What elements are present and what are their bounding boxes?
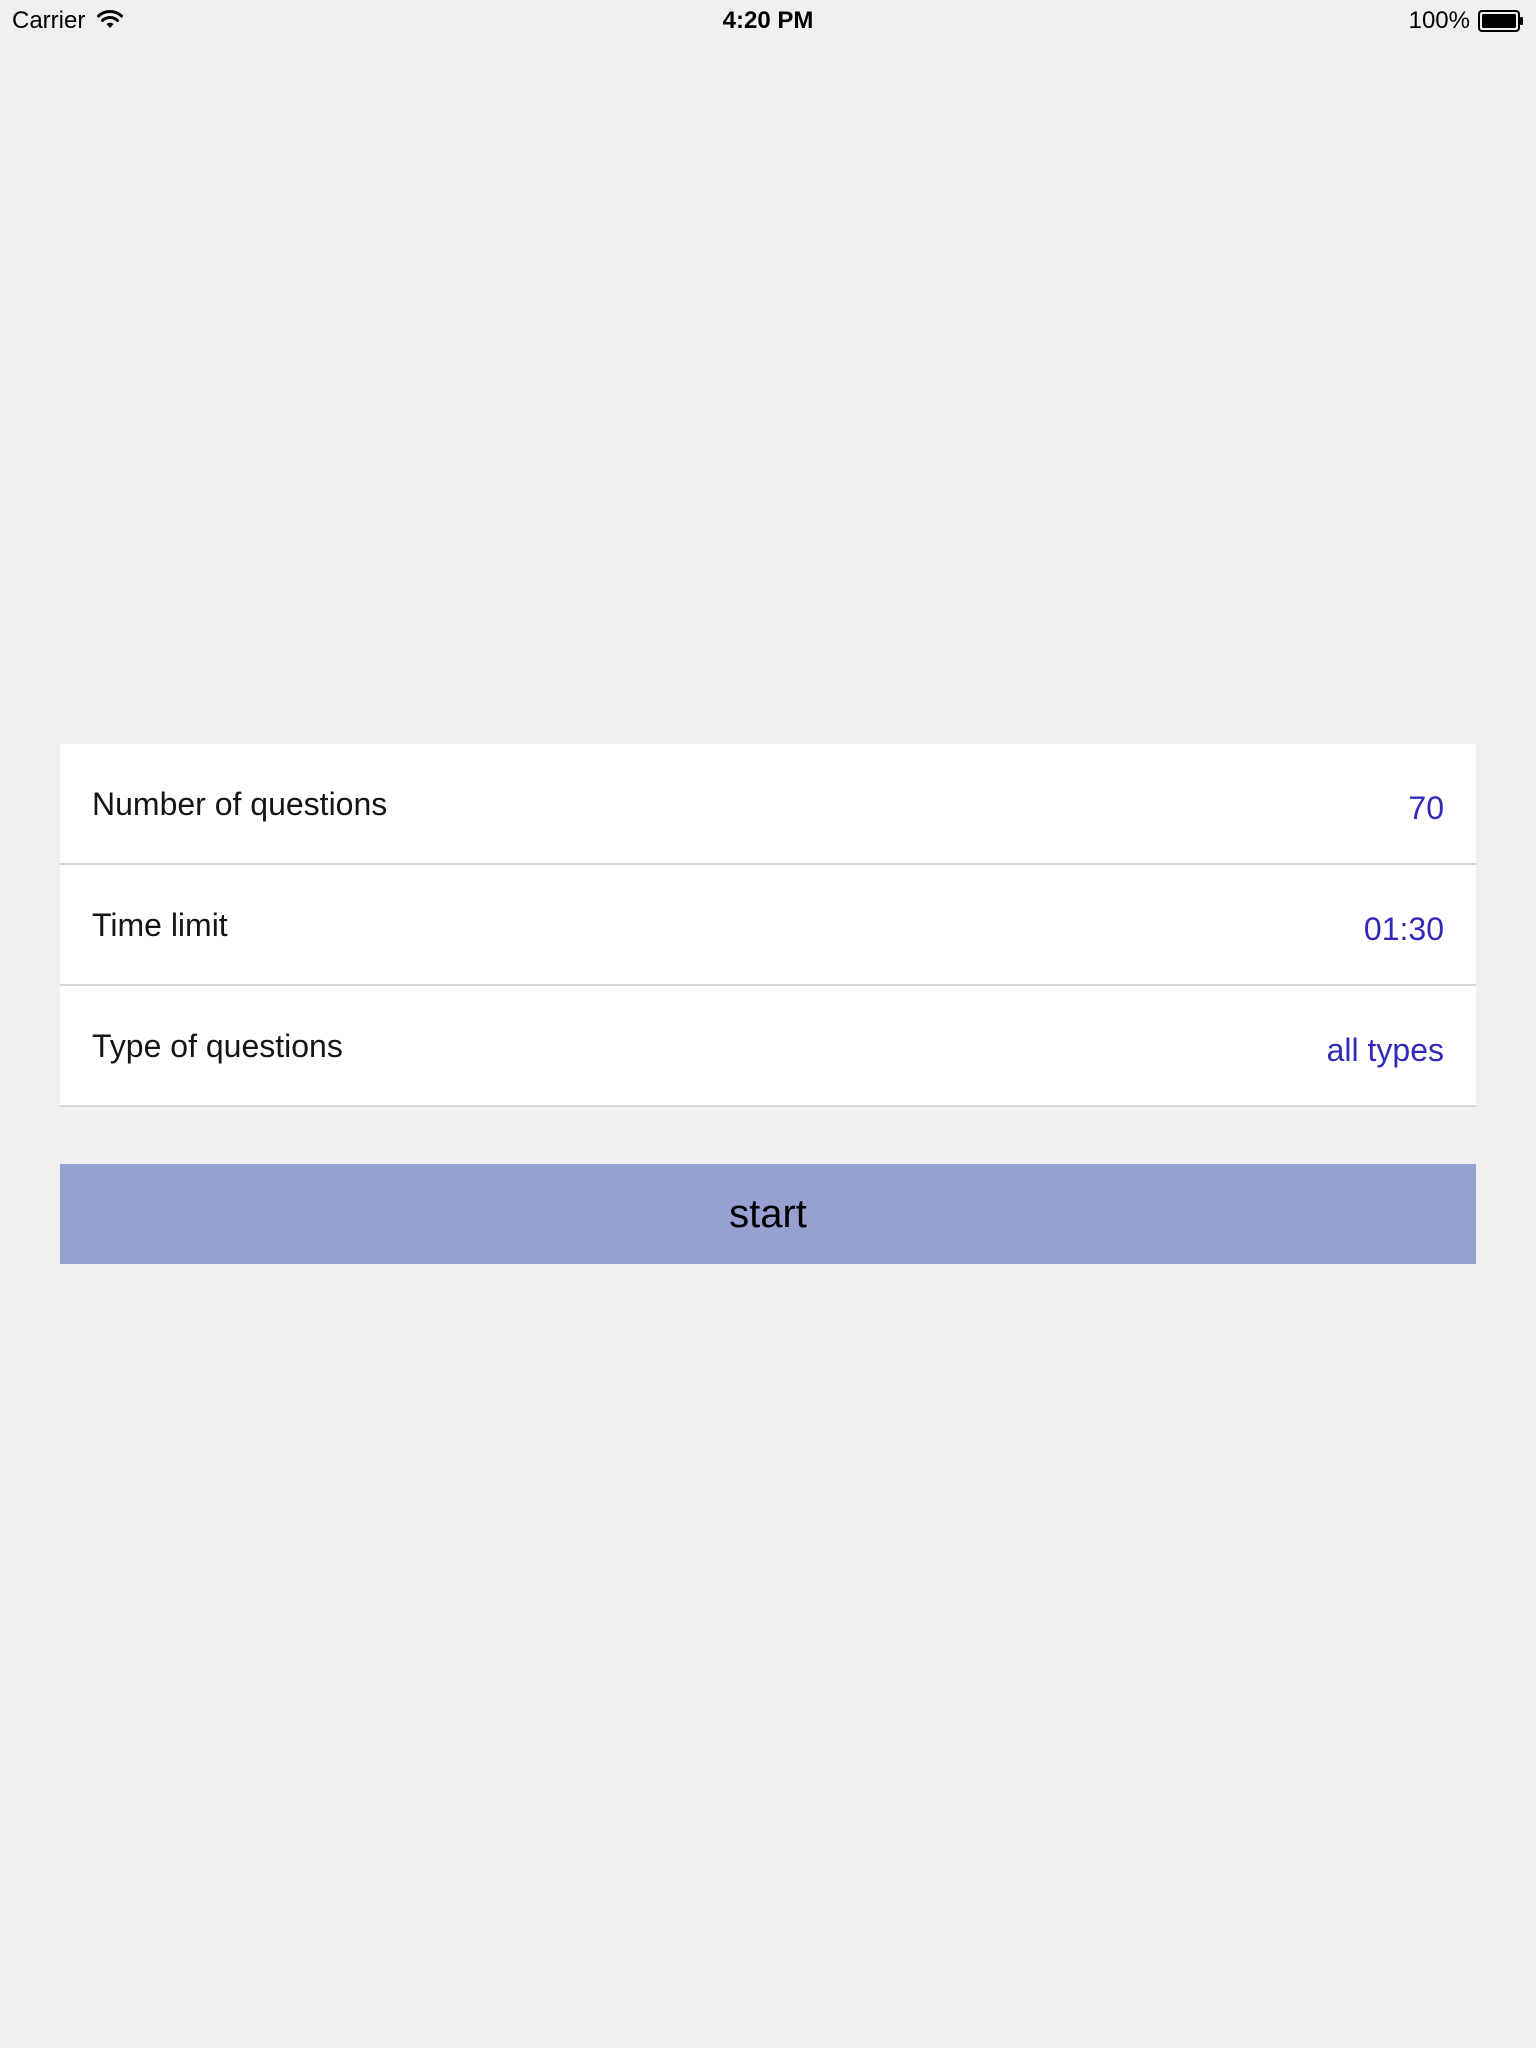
start-button[interactable]: start <box>60 1164 1476 1264</box>
setting-value[interactable]: all types <box>1327 1030 1444 1070</box>
battery-percentage: 100% <box>1408 7 1470 34</box>
setting-row-number-of-questions[interactable]: Number of questions 70 <box>60 744 1476 865</box>
setting-row-type-of-questions[interactable]: Type of questions all types <box>60 986 1476 1107</box>
quiz-settings-list: Number of questions 70 Time limit 01:30 … <box>60 744 1476 1107</box>
setting-label: Type of questions <box>92 1028 343 1064</box>
setting-label: Number of questions <box>92 786 388 822</box>
start-button-label: start <box>729 1192 807 1236</box>
battery-icon <box>1478 10 1523 32</box>
setting-label: Time limit <box>92 907 228 943</box>
clock: 4:20 PM <box>722 7 814 34</box>
setting-value[interactable]: 70 <box>1408 788 1444 828</box>
setting-value[interactable]: 01:30 <box>1364 909 1444 949</box>
status-bar: Carrier 4:20 PM 100% <box>0 0 1536 40</box>
setting-row-time-limit[interactable]: Time limit 01:30 <box>60 865 1476 986</box>
